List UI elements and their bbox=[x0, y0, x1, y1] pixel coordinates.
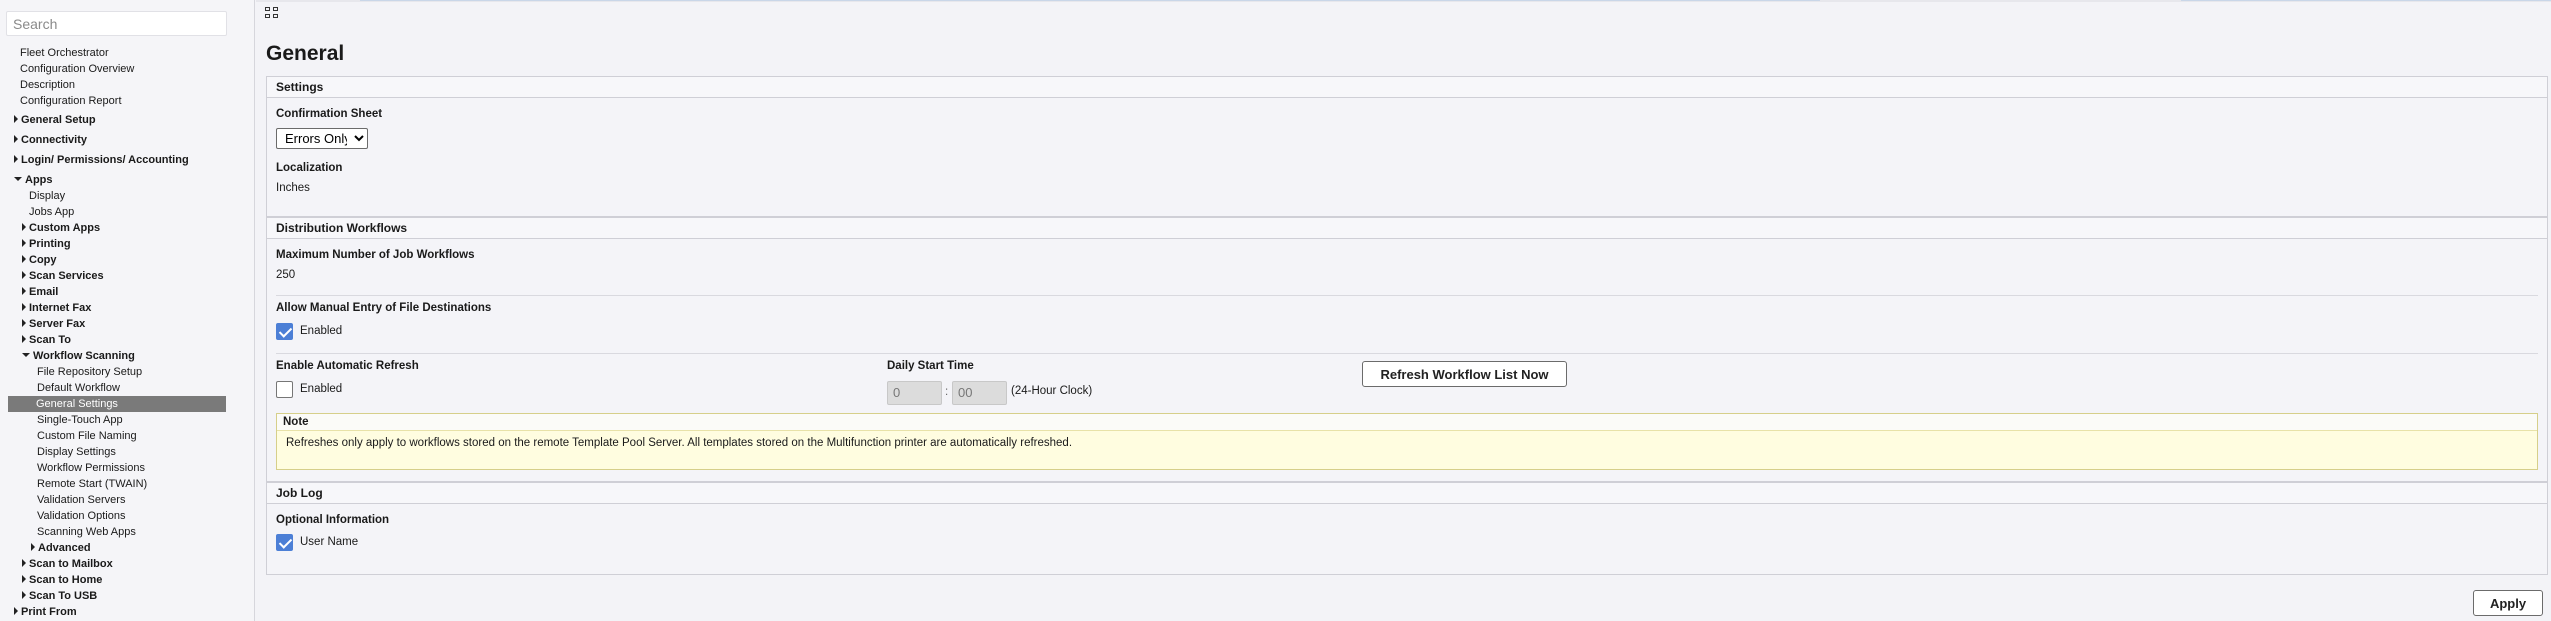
caret-down-icon bbox=[14, 177, 22, 182]
auto-refresh-label: Enable Automatic Refresh bbox=[276, 360, 419, 372]
job-log-panel: Job Log Optional Information User Name bbox=[266, 482, 2548, 575]
top-line-segment bbox=[360, 0, 1820, 1]
localization-value: Inches bbox=[276, 182, 310, 194]
sidebar-item-configuration-overview[interactable]: Configuration Overview bbox=[20, 61, 134, 77]
apply-button[interactable]: Apply bbox=[2473, 590, 2543, 616]
sidebar-item-description[interactable]: Description bbox=[20, 77, 75, 93]
daily-start-time-label: Daily Start Time bbox=[887, 360, 974, 372]
top-line-segment bbox=[2181, 0, 2551, 1]
settings-panel: Settings Confirmation Sheet Errors Only … bbox=[266, 76, 2548, 217]
caret-right-icon bbox=[22, 287, 26, 296]
divider bbox=[276, 295, 2538, 296]
sidebar-item-scan-to-home[interactable]: Scan to Home bbox=[22, 572, 102, 588]
caret-right-icon bbox=[22, 559, 26, 568]
search-input[interactable] bbox=[6, 11, 227, 36]
sidebar-item-custom-file-naming[interactable]: Custom File Naming bbox=[37, 428, 137, 444]
localization-label: Localization bbox=[276, 162, 343, 174]
page-title: General bbox=[266, 42, 345, 65]
time-separator: : bbox=[945, 386, 949, 398]
caret-right-icon bbox=[14, 607, 18, 616]
sidebar-item-connectivity[interactable]: Connectivity bbox=[14, 132, 87, 148]
refresh-workflow-list-button[interactable]: Refresh Workflow List Now bbox=[1362, 361, 1567, 387]
note-box: Note Refreshes only apply to workflows s… bbox=[276, 413, 2538, 470]
distribution-header: Distribution Workflows bbox=[267, 218, 2547, 239]
caret-right-icon bbox=[22, 239, 26, 248]
job-log-header: Job Log bbox=[267, 483, 2547, 504]
clock-hint: (24-Hour Clock) bbox=[1011, 385, 1093, 397]
sidebar-item-advanced[interactable]: Advanced bbox=[31, 540, 91, 556]
caret-right-icon bbox=[22, 335, 26, 344]
sidebar-item-scan-services[interactable]: Scan Services bbox=[22, 268, 104, 284]
max-job-workflows-value: 250 bbox=[276, 269, 296, 281]
caret-right-icon bbox=[22, 591, 26, 600]
confirmation-sheet-select[interactable]: Errors Only bbox=[276, 128, 368, 149]
sidebar-item-workflow-scanning[interactable]: Workflow Scanning bbox=[22, 348, 135, 364]
caret-right-icon bbox=[22, 303, 26, 312]
grid-cell bbox=[265, 7, 270, 11]
grid-cell bbox=[273, 14, 278, 18]
distribution-workflows-panel: Distribution Workflows Maximum Number of… bbox=[266, 217, 2548, 482]
settings-header: Settings bbox=[267, 77, 2547, 98]
sidebar-item-jobs-app[interactable]: Jobs App bbox=[29, 204, 74, 220]
sidebar-item-scanning-web-apps[interactable]: Scanning Web Apps bbox=[37, 524, 136, 540]
sidebar-item-remote-start-twain[interactable]: Remote Start (TWAIN) bbox=[37, 476, 147, 492]
caret-right-icon bbox=[22, 223, 26, 232]
sidebar-item-internet-fax[interactable]: Internet Fax bbox=[22, 300, 91, 316]
caret-right-icon bbox=[14, 155, 18, 164]
top-progress-line bbox=[256, 0, 2551, 2]
app-window: Fleet Orchestrator Configuration Overvie… bbox=[0, 0, 2551, 621]
caret-right-icon bbox=[22, 575, 26, 584]
sidebar-item-scan-to-usb[interactable]: Scan To USB bbox=[22, 588, 97, 604]
caret-right-icon bbox=[31, 543, 35, 552]
caret-right-icon bbox=[14, 135, 18, 144]
sidebar-item-server-fax[interactable]: Server Fax bbox=[22, 316, 85, 332]
grid-cell bbox=[265, 14, 270, 18]
user-name-checkbox-label: User Name bbox=[300, 536, 359, 548]
caret-right-icon bbox=[22, 271, 26, 280]
sidebar-item-general-setup[interactable]: General Setup bbox=[14, 112, 96, 128]
sidebar-item-file-repository-setup[interactable]: File Repository Setup bbox=[37, 364, 142, 380]
sidebar-item-display-settings[interactable]: Display Settings bbox=[37, 444, 116, 460]
auto-refresh-checkbox[interactable] bbox=[276, 381, 293, 398]
sidebar-item-scan-to[interactable]: Scan To bbox=[22, 332, 71, 348]
note-header: Note bbox=[277, 414, 2537, 431]
sidebar-item-custom-apps[interactable]: Custom Apps bbox=[22, 220, 100, 236]
optional-information-label: Optional Information bbox=[276, 514, 390, 526]
caret-right-icon bbox=[22, 255, 26, 264]
hour-input[interactable]: 0 bbox=[887, 381, 942, 405]
caret-right-icon bbox=[22, 319, 26, 328]
note-text: Refreshes only apply to workflows stored… bbox=[286, 437, 1073, 449]
divider bbox=[276, 353, 2538, 354]
manual-entry-checkbox-label: Enabled bbox=[300, 325, 343, 337]
sidebar-item-apps[interactable]: Apps bbox=[14, 172, 53, 188]
sidebar-item-default-workflow[interactable]: Default Workflow bbox=[37, 380, 120, 396]
sidebar-item-validation-servers[interactable]: Validation Servers bbox=[37, 492, 125, 508]
grid-cell bbox=[273, 7, 278, 11]
max-job-workflows-label: Maximum Number of Job Workflows bbox=[276, 249, 475, 261]
sidebar-item-single-touch-app[interactable]: Single-Touch App bbox=[37, 412, 123, 428]
caret-down-icon bbox=[22, 353, 30, 358]
sidebar-item-copy[interactable]: Copy bbox=[22, 252, 57, 268]
sidebar-item-login-permissions[interactable]: Login/ Permissions/ Accounting bbox=[14, 152, 189, 168]
sidebar-item-validation-options[interactable]: Validation Options bbox=[37, 508, 125, 524]
manual-entry-label: Allow Manual Entry of File Destinations bbox=[276, 302, 492, 314]
sidebar-item-scan-to-mailbox[interactable]: Scan to Mailbox bbox=[22, 556, 113, 572]
auto-refresh-checkbox-label: Enabled bbox=[300, 383, 343, 395]
sidebar: Fleet Orchestrator Configuration Overvie… bbox=[0, 0, 255, 621]
sidebar-item-general-settings[interactable]: General Settings bbox=[8, 396, 226, 412]
confirmation-sheet-label: Confirmation Sheet bbox=[276, 108, 383, 120]
sidebar-item-printing[interactable]: Printing bbox=[22, 236, 71, 252]
top-bar bbox=[256, 0, 2551, 30]
sidebar-item-configuration-report[interactable]: Configuration Report bbox=[20, 93, 122, 109]
sidebar-item-print-from[interactable]: Print From bbox=[14, 604, 77, 620]
sidebar-item-email[interactable]: Email bbox=[22, 284, 58, 300]
sidebar-item-display[interactable]: Display bbox=[29, 188, 65, 204]
caret-right-icon bbox=[14, 115, 18, 124]
user-name-checkbox[interactable] bbox=[276, 534, 293, 551]
sidebar-item-fleet-orchestrator[interactable]: Fleet Orchestrator bbox=[20, 45, 109, 61]
minute-input[interactable]: 00 bbox=[952, 381, 1007, 405]
sidebar-item-workflow-permissions[interactable]: Workflow Permissions bbox=[37, 460, 145, 476]
manual-entry-checkbox[interactable] bbox=[276, 323, 293, 340]
apps-grid-icon[interactable] bbox=[265, 7, 280, 20]
